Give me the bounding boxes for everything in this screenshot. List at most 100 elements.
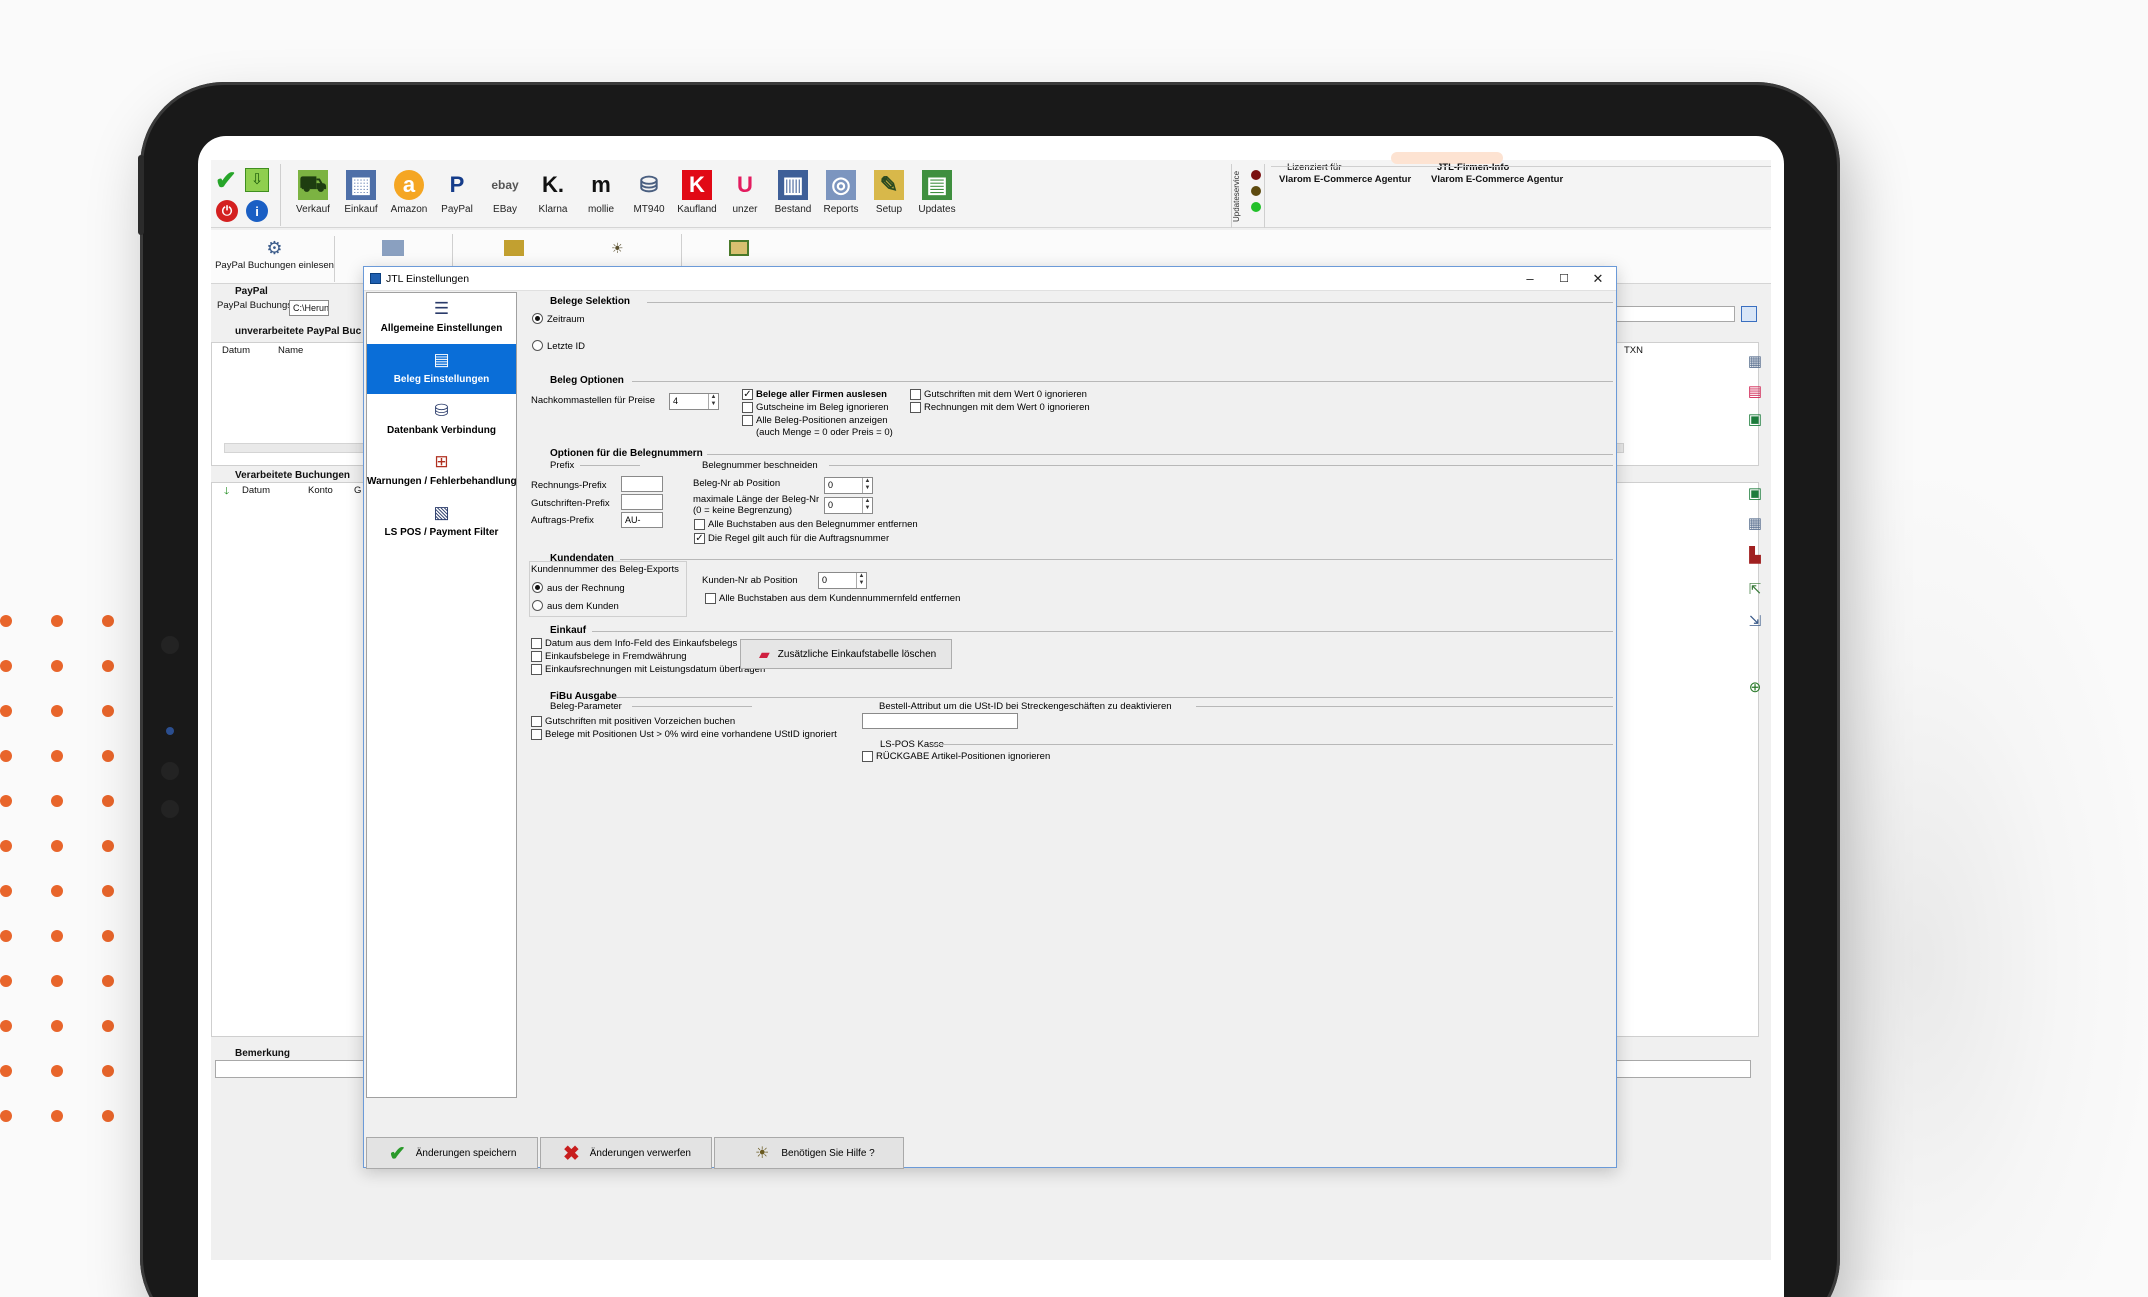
auftrags-prefix-input[interactable]: AU- [621, 512, 663, 528]
check-icon[interactable]: ✔ [215, 167, 237, 193]
checkbox-alle-buchstaben-beleg[interactable] [694, 519, 705, 530]
checkbox-gutschriften-0[interactable] [910, 389, 921, 400]
divider [592, 631, 1613, 632]
check-icon: ✔ [389, 1142, 406, 1165]
checkbox-rechnungen-0[interactable] [910, 402, 921, 413]
column-header-g[interactable]: G [354, 485, 361, 496]
decorative-dot [51, 750, 63, 762]
checkbox-gutschriften-positiv[interactable] [531, 716, 542, 727]
stepper-arrows-icon[interactable]: ▲ ▼ [862, 478, 872, 493]
nachkomma-stepper[interactable]: 4 ▲ ▼ [669, 393, 719, 410]
paypal-icon: P [449, 172, 465, 197]
radio-letzte-id[interactable] [532, 340, 543, 351]
checkbox-alle-buchstaben-kunde[interactable] [705, 593, 716, 604]
calendar-icon[interactable] [1741, 306, 1757, 322]
stepper-arrows-icon[interactable]: ▲ ▼ [856, 573, 866, 588]
max-laenge-stepper[interactable]: 0 ▲ ▼ [824, 497, 873, 514]
column-header-datum[interactable]: Datum [222, 345, 250, 356]
paypal-read-button[interactable]: ⚙ PayPal Buchungen einlesen [215, 236, 335, 282]
excel-icon[interactable]: ▣ [1744, 482, 1766, 504]
database-icon: ⛁ [434, 401, 449, 420]
checkbox-datum-info[interactable] [531, 638, 542, 649]
toolbar-label: Updates [918, 204, 956, 215]
export-icon[interactable]: ⇱ [1744, 578, 1766, 600]
status-led-yellow [1251, 186, 1261, 196]
section-belege-selektion: Belege Selektion [550, 296, 631, 307]
radio-zeitraum[interactable] [532, 313, 543, 324]
stepper-arrows-icon[interactable]: ▲ ▼ [862, 498, 872, 513]
pdf-icon[interactable]: ▤ [1744, 380, 1766, 402]
help-bulb-icon[interactable]: ☀ [611, 240, 627, 256]
radio-aus-rechnung[interactable] [532, 582, 543, 593]
nav-beleg-einstellungen[interactable]: ▤ Beleg Einstellungen [367, 344, 516, 394]
decorative-dot [102, 930, 114, 942]
checkbox-leistungsdatum[interactable] [531, 664, 542, 675]
radio-aus-kunden[interactable] [532, 600, 543, 611]
section-beleg-optionen: Beleg Optionen [550, 375, 624, 386]
decorative-dot [51, 795, 63, 807]
column-header-name[interactable]: Name [278, 345, 303, 356]
column-header-txn[interactable]: TXN [1624, 345, 1643, 356]
column-header-konto[interactable]: Konto [308, 485, 333, 496]
import-icon[interactable]: ⇲ [1744, 610, 1766, 632]
stepper-arrows-icon[interactable]: ▲ ▼ [708, 394, 718, 409]
minimize-icon[interactable]: – [1522, 271, 1538, 287]
settings-content: Belege Selektion Zeitraum Letzte ID Bele… [522, 293, 1614, 1099]
tablet-camera [166, 727, 174, 735]
divider [1196, 706, 1613, 707]
book-icon[interactable]: ▙ [1744, 544, 1766, 566]
licensed-value: Vlarom E-Commerce Agentur [1279, 174, 1412, 185]
document-icon: ▤ [433, 350, 450, 369]
gutschriften-prefix-input[interactable] [621, 494, 663, 510]
ribbon-icon[interactable] [504, 240, 524, 256]
section-belegnummern: Optionen für die Belegnummern [550, 448, 703, 459]
excel-icon[interactable]: ▣ [1744, 408, 1766, 430]
decorative-dot [0, 840, 12, 852]
decorative-dot [0, 615, 12, 627]
checkbox-rueckgabe[interactable] [862, 751, 873, 762]
bestell-attribut-input[interactable] [862, 713, 1018, 729]
lightbulb-icon: ☀ [755, 1145, 770, 1162]
sort-arrow-icon: 🡓 [224, 486, 230, 497]
main-toolbar: ✔ ⇩ ⏻ i ⛟ Verkauf ▦ Einkauf a Amazon P PayPal eb… [211, 152, 1771, 228]
decorative-dot [0, 1110, 12, 1122]
rechnungs-prefix-input[interactable] [621, 476, 663, 492]
column-header-datum[interactable]: Datum [242, 485, 270, 496]
zoom-add-icon[interactable]: ⊕ [1744, 676, 1766, 698]
firm-label: JTL-Firmen-Info [1437, 162, 1510, 173]
decorative-dot [0, 1020, 12, 1032]
kaufland-icon: K [682, 170, 712, 200]
checkbox-ust-positionen[interactable] [531, 729, 542, 740]
save-button[interactable]: ✔ Änderungen speichern [366, 1137, 538, 1169]
refresh-icon[interactable]: ⇩ [245, 168, 269, 192]
einkaufstabelle-loeschen-button[interactable]: ▰ Zusätzliche Einkaufstabelle löschen [740, 639, 952, 669]
nav-warnungen-fehlerbehandlung[interactable]: ⊞ Warnungen / Fehlerbehandlung [367, 446, 517, 496]
discard-button[interactable]: ✖ Änderungen verwerfen [540, 1137, 712, 1169]
nav-datenbank-verbindung[interactable]: ⛁ Datenbank Verbindung [367, 395, 516, 445]
kunden-ab-position-stepper[interactable]: 0 ▲ ▼ [818, 572, 867, 589]
checkbox-alle-positionen[interactable] [742, 415, 753, 426]
checkbox-regel-auftrag[interactable]: ✓ [694, 533, 705, 544]
beleg-ab-position-stepper[interactable]: 0 ▲ ▼ [824, 477, 873, 494]
checkbox-alle-firmen[interactable]: ✓ [742, 389, 753, 400]
ribbon-icon[interactable] [729, 240, 749, 256]
info-icon[interactable]: i [246, 200, 268, 222]
toolbar-updates-button[interactable]: ▤ Updates [905, 166, 969, 228]
updateservice-panel: Updateservice [1231, 164, 1265, 228]
checkbox-gutscheine[interactable] [742, 402, 753, 413]
power-icon[interactable]: ⏻ [216, 200, 238, 222]
decorative-dot [102, 1065, 114, 1077]
settings-nav: ☰ Allgemeine Einstellungen ▤ Beleg Einst… [366, 292, 517, 1098]
dialog-titlebar[interactable]: JTL Einstellungen – ☐ ✕ [364, 267, 1616, 291]
grid-icon[interactable]: ▦ [1744, 512, 1766, 534]
nav-allgemeine-einstellungen[interactable]: ☰ Allgemeine Einstellungen [367, 293, 516, 343]
close-icon[interactable]: ✕ [1590, 271, 1606, 287]
help-button[interactable]: ☀ Benötigen Sie Hilfe ? [714, 1137, 904, 1169]
nav-ls-pos-payment-filter[interactable]: ▧ LS POS / Payment Filter [367, 497, 516, 547]
maximize-icon[interactable]: ☐ [1556, 271, 1572, 287]
klarna-icon: K. [542, 172, 564, 197]
grid-icon[interactable]: ▦ [1744, 350, 1766, 372]
ribbon-icon[interactable] [382, 240, 404, 256]
buchungsdatei-input[interactable]: C:\Herunt [289, 300, 329, 316]
checkbox-fremdwaehrung[interactable] [531, 651, 542, 662]
